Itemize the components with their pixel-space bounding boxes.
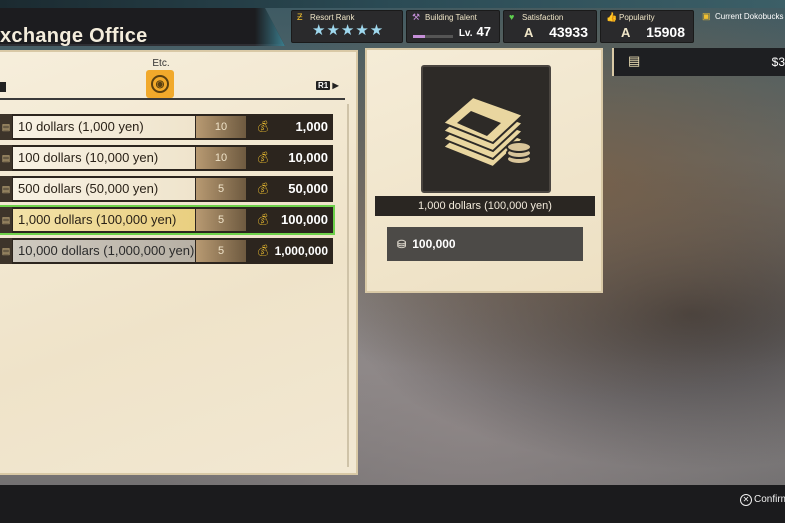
money-bag-icon: 💰︎ — [256, 152, 270, 164]
confirm-label: Confirm — [754, 494, 785, 505]
money-bag-icon: ⛁ — [397, 239, 407, 251]
item-name: 1,000 dollars (100,000 yen) — [13, 209, 195, 231]
cash-stack-icon — [421, 65, 551, 193]
dokobucks-amount: $3 — [771, 55, 785, 69]
item-qty: 5 — [196, 209, 246, 231]
item-price: 10,000 — [288, 150, 328, 165]
cash-icon: ▤ — [0, 176, 12, 202]
item-row-3-selected[interactable]: ▤ 1,000 dollars (100,000 yen) 5 💰︎ 100,0… — [0, 205, 335, 235]
cash-stack-icon: ▤ — [628, 53, 641, 68]
money-bag-icon: 💰︎ — [256, 245, 270, 257]
item-row-0[interactable]: ▤ 10 dollars (1,000 yen) 10 💰︎ 1,000 — [0, 114, 333, 140]
item-list-panel: Etc. ◉ R1 ▶ ▤ 10 dollars (1,000 yen) 10 … — [0, 50, 358, 475]
item-price: 1,000,000 — [274, 244, 328, 258]
popularity-grade: A — [621, 25, 631, 40]
popularity-label: Popularity — [619, 13, 655, 22]
button-prompt-bar: ✕ Confirm — [0, 485, 785, 523]
building-talent-panel: ⚒ Building Talent Lv. 47 — [406, 10, 500, 43]
money-bag-icon: ▣ — [702, 11, 711, 21]
item-row-4[interactable]: ▤ 10,000 dollars (1,000,000 yen) 5 💰︎ 1,… — [0, 238, 333, 264]
r1-button[interactable]: R1 ▶ — [316, 81, 339, 90]
dokobucks-balance: ▤ $3 — [612, 48, 785, 76]
item-price: 50,000 — [288, 181, 328, 196]
category-tabs: Etc. ◉ R1 ▶ — [0, 52, 345, 100]
level-prefix: Lv. — [458, 28, 473, 39]
item-name: 10,000 dollars (1,000,000 yen) — [13, 240, 195, 262]
satisfaction-grade: A — [524, 25, 534, 40]
l1-button-icon[interactable] — [0, 82, 6, 92]
detail-price: ⛁ 100,000 — [387, 227, 583, 261]
popularity-panel: 👍 Popularity A 15908 — [600, 10, 694, 43]
item-name: 500 dollars (50,000 yen) — [13, 178, 195, 200]
money-bag-icon: 💰︎ — [256, 214, 270, 226]
item-qty: 5 — [196, 240, 246, 262]
satisfaction-label: Satisfaction — [522, 13, 564, 22]
resort-rank-panel: Ƶ Resort Rank ★★★★★ — [291, 10, 403, 43]
title-bar: xchange Office — [0, 8, 285, 46]
item-qty: 10 — [196, 116, 246, 138]
resort-rank-stars: ★★★★★ — [312, 22, 385, 39]
item-name: 100 dollars (10,000 yen) — [13, 147, 195, 169]
dokobucks-label: Current Dokobucks — [715, 12, 784, 21]
page-title: xchange Office — [0, 25, 148, 47]
cash-icon: ▤ — [0, 145, 12, 171]
thumbs-up-icon: 👍 — [606, 12, 618, 22]
money-bag-icon: 💰︎ — [256, 121, 270, 133]
item-row-1[interactable]: ▤ 100 dollars (10,000 yen) 10 💰︎ 10,000 — [0, 145, 333, 171]
money-bag-icon: 💰︎ — [256, 183, 270, 195]
item-detail-panel: 1,000 dollars (100,000 yen) ⛁ 100,000 — [365, 48, 603, 293]
item-price: 100,000 — [281, 212, 328, 227]
tab-etc[interactable]: Etc. ◉ — [146, 58, 176, 98]
popularity-value: 15908 — [646, 24, 685, 40]
r1-label: R1 — [316, 81, 331, 90]
item-row-2[interactable]: ▤ 500 dollars (50,000 yen) 5 💰︎ 50,000 — [0, 176, 333, 202]
building-talent-label: Building Talent — [425, 13, 477, 22]
hammer-icon: ⚒ — [412, 12, 421, 22]
item-qty: 5 — [196, 178, 246, 200]
building-talent-level: Lv. 47 — [459, 24, 491, 39]
heart-icon: ♥ — [509, 12, 515, 22]
satisfaction-panel: ♥ Satisfaction A 43933 — [503, 10, 597, 43]
item-name: 10 dollars (1,000 yen) — [13, 116, 195, 138]
talent-progress-bar — [413, 35, 453, 38]
list-scrollbar[interactable] — [347, 104, 349, 467]
dokobucks-header: ▣ Current Dokobucks — [697, 10, 785, 43]
tab-etc-label: Etc. — [152, 58, 170, 69]
detail-item-name: 1,000 dollars (100,000 yen) — [375, 196, 595, 216]
coin-icon: ◉ — [151, 75, 169, 93]
level-value: 47 — [476, 24, 491, 39]
item-price: 1,000 — [295, 119, 328, 134]
cross-button-icon: ✕ — [740, 494, 752, 506]
cash-icon: ▤ — [0, 238, 12, 264]
satisfaction-value: 43933 — [549, 24, 588, 40]
tab-etc-badge: ◉ — [146, 70, 174, 98]
resort-rank-icon: Ƶ — [297, 12, 303, 22]
cash-icon: ▤ — [0, 114, 12, 140]
item-qty: 10 — [196, 147, 246, 169]
confirm-prompt[interactable]: ✕ Confirm — [740, 494, 785, 506]
detail-price-value: 100,000 — [412, 237, 456, 251]
top-strip — [0, 0, 785, 8]
cash-icon: ▤ — [0, 207, 12, 233]
